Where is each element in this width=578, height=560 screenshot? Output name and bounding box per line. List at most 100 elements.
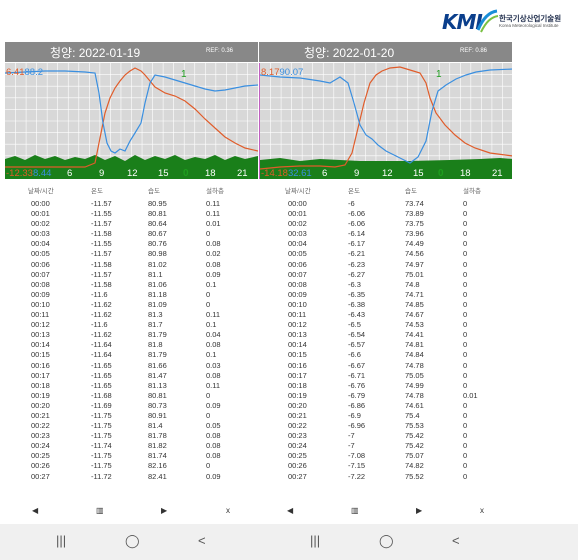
cell-snow: 0 bbox=[463, 269, 468, 279]
cell-humidity: 74.41 bbox=[405, 330, 424, 340]
cell-datetime: 00:16 bbox=[288, 360, 307, 370]
cell-snow: 0 bbox=[463, 330, 468, 340]
cell-humidity: 74.97 bbox=[405, 259, 424, 269]
cell-snow: 0 bbox=[463, 340, 468, 350]
cell-temperature: -11.6 bbox=[91, 289, 108, 299]
cell-humidity: 81.66 bbox=[148, 360, 167, 370]
prev-right-icon[interactable]: ◀ bbox=[287, 506, 293, 515]
weather-chart-2[interactable]: 8.1790.07 1 -14.1832.61 0 6 9 12 15 18 2… bbox=[259, 63, 512, 179]
cell-snow: 0 bbox=[206, 390, 211, 400]
recents-right-icon[interactable]: ||| bbox=[310, 533, 320, 548]
cell-datetime: 00:24 bbox=[31, 441, 50, 451]
cell-datetime: 00:19 bbox=[31, 390, 50, 400]
cell-humidity: 74.61 bbox=[405, 400, 424, 410]
cell-humidity: 81.09 bbox=[148, 299, 167, 309]
cell-snow: 0 bbox=[206, 229, 211, 239]
cell-datetime: 00:25 bbox=[288, 451, 307, 461]
cell-snow: 0 bbox=[463, 410, 468, 420]
cell-humidity: 80.98 bbox=[148, 249, 167, 259]
cell-snow: 0 bbox=[463, 199, 468, 208]
x-tick: 12 bbox=[382, 168, 393, 179]
cell-humidity: 80.73 bbox=[148, 400, 167, 410]
x-tick: 21 bbox=[492, 168, 503, 179]
cell-humidity: 81.02 bbox=[148, 259, 167, 269]
snow-max-label: 1 bbox=[181, 69, 187, 80]
cell-humidity: 81.13 bbox=[148, 380, 167, 390]
column-header-snow: 설하층 bbox=[463, 188, 481, 195]
cell-humidity: 80.91 bbox=[148, 410, 167, 420]
cell-datetime: 00:03 bbox=[31, 229, 50, 239]
cell-datetime: 00:10 bbox=[288, 299, 307, 309]
cell-datetime: 00:09 bbox=[31, 289, 50, 299]
home-right-icon[interactable]: ◯ bbox=[379, 533, 394, 549]
cell-snow: 0.01 bbox=[206, 219, 221, 229]
cell-humidity: 73.96 bbox=[405, 229, 424, 239]
cell-temperature: -11.57 bbox=[91, 249, 112, 259]
cell-humidity: 82.16 bbox=[148, 461, 167, 471]
next-right-icon[interactable]: ▶ bbox=[416, 506, 422, 515]
back-left-icon[interactable]: < bbox=[198, 533, 206, 548]
kmi-logo: KMI 한국기상산업기술원 Korea Meteorological Insti… bbox=[442, 8, 574, 34]
cell-temperature: -6.35 bbox=[348, 289, 366, 299]
cell-snow: 0.11 bbox=[206, 209, 221, 219]
next-left-icon[interactable]: ▶ bbox=[161, 506, 167, 515]
cell-temperature: -7.08 bbox=[348, 451, 366, 461]
cell-snow: 0.1 bbox=[206, 350, 217, 360]
cell-snow: 0 bbox=[463, 219, 468, 229]
weather-chart-1[interactable]: 6.4188.2 1 -12.338.44 0 6 9 12 15 18 21 bbox=[5, 63, 258, 179]
cell-snow: 0.11 bbox=[206, 199, 221, 208]
close-right-button[interactable]: x bbox=[480, 506, 484, 515]
cell-humidity: 80.95 bbox=[148, 199, 167, 208]
cell-datetime: 00:18 bbox=[31, 380, 50, 390]
cell-datetime: 00:00 bbox=[31, 199, 50, 208]
recents-left-icon[interactable]: ||| bbox=[56, 533, 66, 548]
cell-temperature: -6.67 bbox=[348, 360, 366, 370]
cell-datetime: 00:11 bbox=[288, 310, 307, 320]
cell-humidity: 74.85 bbox=[405, 299, 424, 309]
cell-humidity: 80.81 bbox=[148, 390, 167, 400]
home-left-icon[interactable]: ◯ bbox=[125, 533, 140, 549]
cell-humidity: 81.18 bbox=[148, 289, 167, 299]
cell-temperature: -6.21 bbox=[348, 249, 366, 259]
cell-snow: 0.11 bbox=[206, 310, 221, 320]
cell-snow: 0 bbox=[463, 441, 468, 451]
cell-humidity: 81.47 bbox=[148, 370, 167, 380]
cell-datetime: 00:07 bbox=[31, 269, 50, 279]
cell-temperature: -11.72 bbox=[91, 471, 112, 481]
x-tick: 18 bbox=[460, 168, 471, 179]
cell-datetime: 00:00 bbox=[288, 199, 307, 208]
logo-swoosh-icon bbox=[476, 9, 499, 33]
menu-right-icon[interactable]: ▥ bbox=[351, 506, 359, 515]
x-tick: 18 bbox=[205, 168, 216, 179]
cell-humidity: 74.81 bbox=[405, 340, 424, 350]
cell-temperature: -6.86 bbox=[348, 400, 366, 410]
cell-temperature: -11.64 bbox=[91, 340, 112, 350]
cell-temperature: -6.6 bbox=[348, 350, 361, 360]
cell-humidity: 81.4 bbox=[148, 421, 163, 431]
cell-humidity: 80.76 bbox=[148, 239, 167, 249]
cell-datetime: 00:12 bbox=[288, 320, 307, 330]
menu-left-icon[interactable]: ▥ bbox=[96, 506, 104, 515]
cell-datetime: 00:21 bbox=[31, 410, 50, 420]
cell-datetime: 00:06 bbox=[288, 259, 307, 269]
cell-humidity: 81.74 bbox=[148, 451, 167, 461]
back-right-icon[interactable]: < bbox=[452, 533, 460, 548]
close-left-button[interactable]: x bbox=[226, 506, 230, 515]
cell-humidity: 81.1 bbox=[148, 269, 163, 279]
cell-snow: 0 bbox=[206, 410, 211, 420]
chart-1-svg bbox=[5, 63, 258, 179]
panel-title: 청양: 2022-01-19 bbox=[50, 46, 141, 60]
prev-left-icon[interactable]: ◀ bbox=[32, 506, 38, 515]
cell-humidity: 80.81 bbox=[148, 209, 167, 219]
cell-humidity: 81.8 bbox=[148, 340, 163, 350]
cell-temperature: -11.75 bbox=[91, 461, 112, 471]
x-tick: 21 bbox=[237, 168, 248, 179]
cell-humidity: 74.56 bbox=[405, 249, 424, 259]
cell-humidity: 81.3 bbox=[148, 310, 163, 320]
cell-temperature: -11.57 bbox=[91, 269, 112, 279]
cell-snow: 0 bbox=[463, 299, 468, 309]
cell-temperature: -7 bbox=[348, 441, 355, 451]
cell-temperature: -7.15 bbox=[348, 461, 366, 471]
cell-datetime: 00:16 bbox=[31, 360, 50, 370]
cell-humidity: 73.75 bbox=[405, 219, 424, 229]
